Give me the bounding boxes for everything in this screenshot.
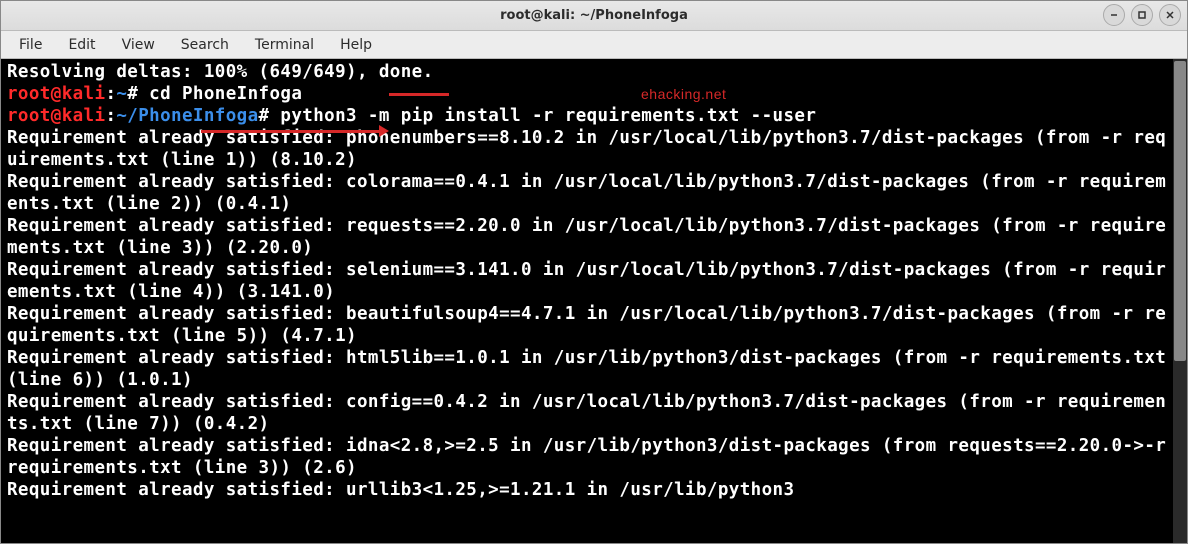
command-text: python3 -m pip install -r requirements.t…: [269, 106, 816, 126]
output-line: Requirement already satisfied: colorama=…: [7, 172, 1166, 214]
menu-edit[interactable]: Edit: [56, 33, 107, 57]
terminal-content[interactable]: Resolving deltas: 100% (649/649), done. …: [1, 59, 1187, 543]
close-icon: [1165, 10, 1175, 20]
annotation-underline: [389, 93, 449, 96]
window-controls: [1103, 4, 1181, 26]
prompt-at: @: [51, 84, 62, 104]
menu-view[interactable]: View: [110, 33, 167, 57]
prompt-colon: :: [105, 84, 116, 104]
prompt-host: kali: [62, 84, 106, 104]
prompt-colon: :: [105, 106, 116, 126]
window-title: root@kali: ~/PhoneInfoga: [500, 8, 688, 23]
watermark-text: ehacking.net: [641, 83, 726, 105]
minimize-button[interactable]: [1103, 4, 1125, 26]
output-line: Requirement already satisfied: html5lib=…: [7, 348, 1177, 390]
annotation-arrow: [201, 130, 381, 133]
output-line: Requirement already satisfied: requests=…: [7, 216, 1166, 258]
output-line: Requirement already satisfied: urllib3<1…: [7, 480, 794, 500]
prompt-path: ~: [116, 84, 127, 104]
terminal-window: root@kali: ~/PhoneInfoga File Edit View …: [0, 0, 1188, 544]
scrollbar-thumb[interactable]: [1174, 61, 1186, 361]
terminal-text: Resolving deltas: 100% (649/649), done. …: [7, 61, 1171, 501]
menu-help[interactable]: Help: [328, 33, 384, 57]
output-line: Resolving deltas: 100% (649/649), done.: [7, 62, 434, 82]
output-line: Requirement already satisfied: beautiful…: [7, 304, 1166, 346]
close-button[interactable]: [1159, 4, 1181, 26]
output-line: Requirement already satisfied: config==0…: [7, 392, 1166, 434]
menu-file[interactable]: File: [7, 33, 54, 57]
output-line: Requirement already satisfied: idna<2.8,…: [7, 436, 1177, 478]
prompt-hash: #: [127, 84, 138, 104]
menu-terminal[interactable]: Terminal: [243, 33, 326, 57]
prompt-path: ~/PhoneInfoga: [116, 106, 258, 126]
prompt-user: root: [7, 84, 51, 104]
menu-search[interactable]: Search: [169, 33, 241, 57]
titlebar: root@kali: ~/PhoneInfoga: [1, 1, 1187, 31]
maximize-button[interactable]: [1131, 4, 1153, 26]
command-text: cd PhoneInfoga: [138, 84, 302, 104]
prompt-host: kali: [62, 106, 106, 126]
prompt-user: root: [7, 106, 51, 126]
prompt-at: @: [51, 106, 62, 126]
output-line: Requirement already satisfied: selenium=…: [7, 260, 1166, 302]
prompt-hash: #: [259, 106, 270, 126]
scrollbar-track[interactable]: [1173, 59, 1187, 543]
maximize-icon: [1137, 10, 1147, 20]
minimize-icon: [1109, 10, 1119, 20]
menubar: File Edit View Search Terminal Help: [1, 31, 1187, 59]
output-line: Requirement already satisfied: phonenumb…: [7, 128, 1166, 170]
